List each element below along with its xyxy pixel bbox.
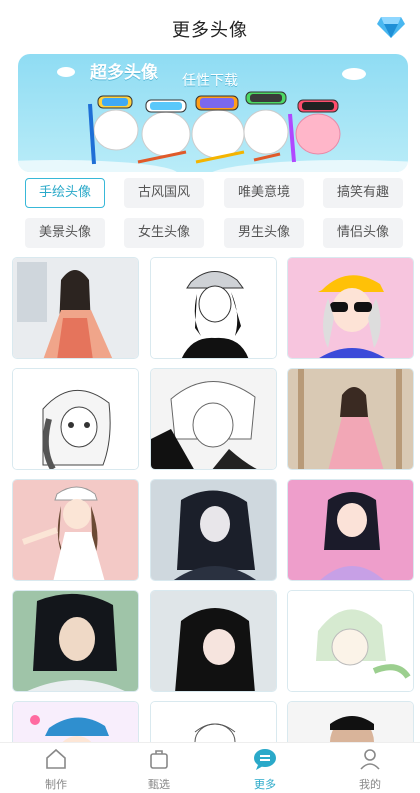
tab-mine[interactable]: 我的 [340,747,400,792]
avatar-man-beard[interactable] [287,701,414,742]
avatar-ancient-man[interactable] [12,590,139,692]
avatar-cap-girl-posing[interactable] [12,479,139,581]
bottom-tab-bar: 制作 甄选 更多 我的 [0,742,420,793]
avatar-cap-girl-sketch[interactable] [150,257,277,359]
tab-mine-label: 我的 [359,778,381,791]
chip-ancient-style[interactable]: 古风国风 [124,178,204,208]
avatar-hanfu-girl[interactable] [12,257,139,359]
avatar-dino-hood-kid[interactable] [287,590,414,692]
banner-subtitle: 任性下载 [182,73,238,89]
tab-selection-label: 甄选 [148,778,170,791]
promo-banner[interactable]: 超多头像 任性下载 [18,54,408,172]
chip-scenery[interactable]: 美景头像 [25,218,105,248]
tab-more[interactable]: 更多 [235,747,295,792]
avatar-dark-hair-girl[interactable] [150,590,277,692]
avatar-girl-lineart[interactable] [150,701,277,742]
avatar-sunglasses-girl[interactable] [287,257,414,359]
home-icon [46,748,66,769]
tab-selection[interactable]: 甄选 [129,747,189,792]
banner-title: 超多头像 [90,63,158,83]
avatar-longhair-man[interactable] [150,479,277,581]
avatar-grid [12,257,416,742]
chip-aesthetic[interactable]: 唯美意境 [224,178,304,208]
user-icon [360,749,380,770]
tab-make-label: 制作 [45,778,67,791]
avatar-bob-hair-sketch[interactable] [150,368,277,470]
diamond-icon[interactable] [376,14,406,40]
tab-make[interactable]: 制作 [26,747,86,792]
avatar-braid-girl-sketch[interactable] [12,368,139,470]
bag-icon [150,750,168,769]
chat-bubble-icon [254,749,276,770]
avatar-blue-cap-kid[interactable] [12,701,139,742]
page-title: 更多头像 [172,20,248,41]
chip-funny[interactable]: 搞笑有趣 [323,178,403,208]
avatar-purple-girl[interactable] [287,479,414,581]
top-header: 更多头像 [0,0,420,56]
avatar-hanfu-pink-girl[interactable] [287,368,414,470]
chip-hand-drawn[interactable]: 手绘头像 [25,178,105,208]
chip-girls[interactable]: 女生头像 [124,218,204,248]
tab-more-label: 更多 [254,778,276,791]
chip-couples[interactable]: 情侣头像 [323,218,403,248]
chip-boys[interactable]: 男生头像 [224,218,304,248]
